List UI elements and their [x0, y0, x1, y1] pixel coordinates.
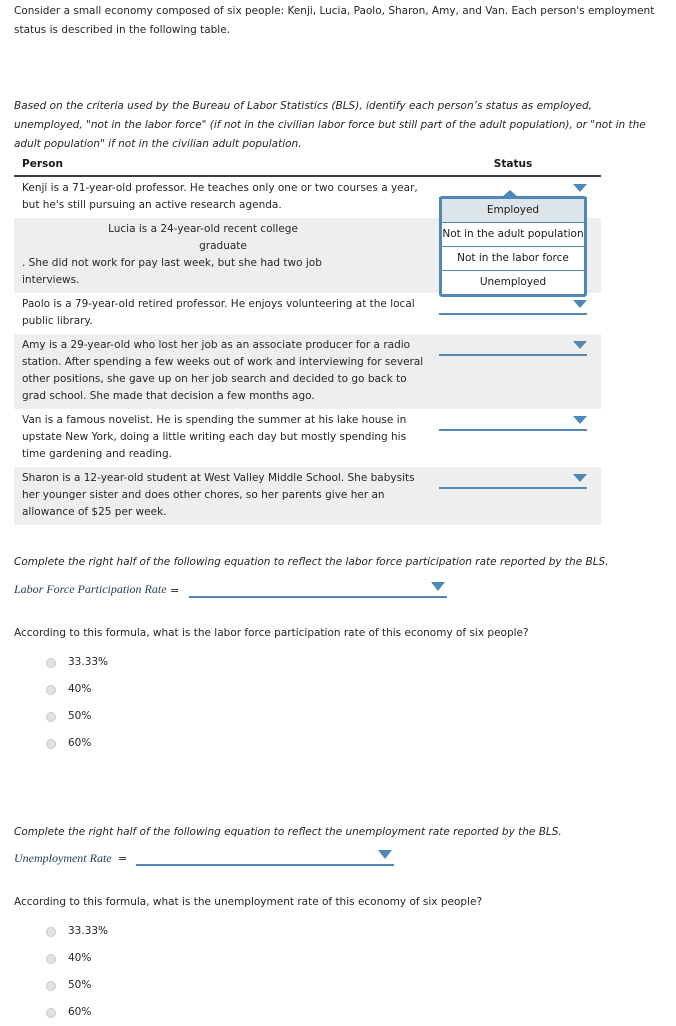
person-description-line-4: interviews.: [22, 274, 80, 286]
unemployment-equation-label: Unemployment Rate: [14, 851, 112, 865]
radio-unselected-icon[interactable]: [46, 685, 56, 695]
worksheet-page: Consider a small economy composed of six…: [0, 0, 676, 1024]
lfpr-equals-sign: =: [170, 584, 180, 597]
person-description: Lucia is a 24-year-old recent college gr…: [14, 221, 424, 289]
table-row: Paolo is a 79-year-old retired professor…: [14, 293, 601, 334]
column-header-status: Status: [493, 158, 533, 170]
radio-unselected-icon[interactable]: [46, 739, 56, 749]
chevron-down-icon[interactable]: [573, 184, 587, 192]
person-description: Amy is a 29-year-old who lost her job as…: [22, 339, 424, 402]
status-dropdown-amy[interactable]: [439, 339, 587, 356]
lfpr-question: According to this formula, what is the l…: [14, 627, 529, 639]
dropdown-underline: [136, 864, 394, 866]
radio-option-lfpr-4[interactable]: 60%: [46, 730, 108, 757]
chevron-down-icon[interactable]: [573, 341, 587, 349]
radio-unselected-icon[interactable]: [46, 658, 56, 668]
status-dropdown-van[interactable]: [439, 414, 587, 431]
person-description-line-2: graduate: [199, 240, 247, 252]
unemployment-radio-group[interactable]: 33.33% 40% 50% 60%: [46, 918, 108, 1026]
unemployment-question: According to this formula, what is the u…: [14, 896, 483, 908]
radio-option-unemployment-4[interactable]: 60%: [46, 999, 108, 1026]
status-dropdown-open-list[interactable]: Employed Not in the adult population Not…: [439, 190, 587, 297]
table-row: Sharon is a 12-year-old student at West …: [14, 467, 601, 525]
radio-unselected-icon[interactable]: [46, 954, 56, 964]
person-description-line-1: Lucia is a 24-year-old recent college: [108, 223, 298, 235]
chevron-down-icon[interactable]: [573, 416, 587, 424]
dropdown-option-unemployed[interactable]: Unemployed: [442, 271, 584, 294]
person-description: Van is a famous novelist. He is spending…: [22, 414, 407, 460]
dropdown-option-employed[interactable]: Employed: [442, 199, 584, 223]
dropdown-underline: [439, 487, 587, 489]
radio-unselected-icon[interactable]: [46, 981, 56, 991]
radio-option-unemployment-3[interactable]: 50%: [46, 972, 108, 999]
chevron-down-icon[interactable]: [573, 474, 587, 482]
lfpr-equation-label: Labor Force Participation Rate: [14, 582, 167, 596]
unemployment-instruction: Complete the right half of the following…: [14, 826, 562, 838]
lfpr-radio-group[interactable]: 33.33% 40% 50% 60%: [46, 649, 108, 757]
dropdown-pointer-nub: [502, 190, 518, 197]
radio-unselected-icon[interactable]: [46, 927, 56, 937]
person-description: Paolo is a 79-year-old retired professor…: [22, 298, 415, 327]
unemployment-answer-dropdown[interactable]: [136, 850, 394, 866]
status-dropdown-paolo[interactable]: [439, 298, 587, 315]
unemployment-equals-sign: =: [118, 852, 128, 865]
radio-option-unemployment-2[interactable]: 40%: [46, 945, 108, 972]
chevron-down-icon[interactable]: [573, 300, 587, 308]
chevron-down-icon[interactable]: [378, 850, 392, 859]
radio-option-lfpr-2[interactable]: 40%: [46, 676, 108, 703]
lfpr-instruction: Complete the right half of the following…: [14, 556, 609, 568]
intro-paragraph: Consider a small economy composed of six…: [14, 5, 655, 36]
table-header-row: Person Status: [14, 158, 601, 177]
radio-unselected-icon[interactable]: [46, 1008, 56, 1018]
criteria-paragraph: Based on the criteria used by the Bureau…: [14, 100, 646, 150]
person-description-line-3: . She did not work for pay last week, bu…: [22, 257, 322, 269]
dropdown-option-not-in-labor-force[interactable]: Not in the labor force: [442, 247, 584, 271]
dropdown-underline: [439, 429, 587, 431]
radio-option-lfpr-3[interactable]: 50%: [46, 703, 108, 730]
person-description: Kenji is a 71-year-old professor. He tea…: [22, 182, 418, 211]
chevron-down-icon[interactable]: [431, 582, 445, 591]
dropdown-underline: [189, 596, 447, 598]
radio-option-lfpr-1[interactable]: 33.33%: [46, 649, 108, 676]
dropdown-underline: [439, 313, 587, 315]
table-row: Van is a famous novelist. He is spending…: [14, 409, 601, 467]
radio-option-unemployment-1[interactable]: 33.33%: [46, 918, 108, 945]
dropdown-underline: [439, 354, 587, 356]
lfpr-answer-dropdown[interactable]: [189, 582, 447, 598]
person-description: Sharon is a 12-year-old student at West …: [22, 472, 415, 518]
status-dropdown-sharon[interactable]: [439, 472, 587, 489]
table-row: Amy is a 29-year-old who lost her job as…: [14, 334, 601, 409]
dropdown-option-not-in-adult-population[interactable]: Not in the adult population: [442, 223, 584, 247]
radio-unselected-icon[interactable]: [46, 712, 56, 722]
